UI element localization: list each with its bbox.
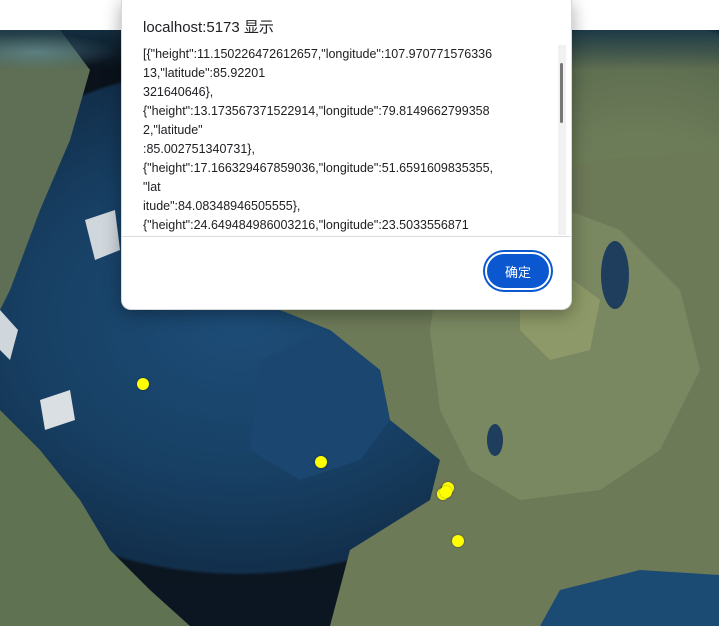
message-line: {"height":13.173567371522914,"longitude"… xyxy=(143,104,490,118)
dialog-divider xyxy=(122,236,571,237)
message-line: [{"height":11.150226472612657,"longitude… xyxy=(143,47,493,61)
map-marker-5[interactable] xyxy=(440,486,452,498)
map-marker-2[interactable] xyxy=(315,456,327,468)
dialog-title: localhost:5173 显示 xyxy=(143,19,274,36)
map-marker-1[interactable] xyxy=(137,378,149,390)
ok-button[interactable]: 确定 xyxy=(485,252,551,290)
message-line: 13,"latitude":85.92201 xyxy=(143,66,266,80)
message-line: {"height":17.166329467859036,"longitude"… xyxy=(143,161,494,175)
alert-dialog: localhost:5173 显示 [{"height":11.15022647… xyxy=(121,0,572,310)
map-marker-6[interactable] xyxy=(452,535,464,547)
message-line: "lat xyxy=(143,180,161,194)
message-line: 321640646}, xyxy=(143,85,214,99)
message-line: itude":84.08348946505555}, xyxy=(143,199,301,213)
message-line: :85.002751340731}, xyxy=(143,142,255,156)
message-line: {"height":24.649484986003216,"longitude"… xyxy=(143,218,469,232)
message-line: 2,"latitude" xyxy=(143,123,203,137)
hud-ornament xyxy=(0,34,120,70)
dialog-message[interactable]: [{"height":11.150226472612657,"longitude… xyxy=(143,45,548,235)
message-scrollbar[interactable] xyxy=(558,45,566,235)
scroll-thumb[interactable] xyxy=(560,63,563,123)
